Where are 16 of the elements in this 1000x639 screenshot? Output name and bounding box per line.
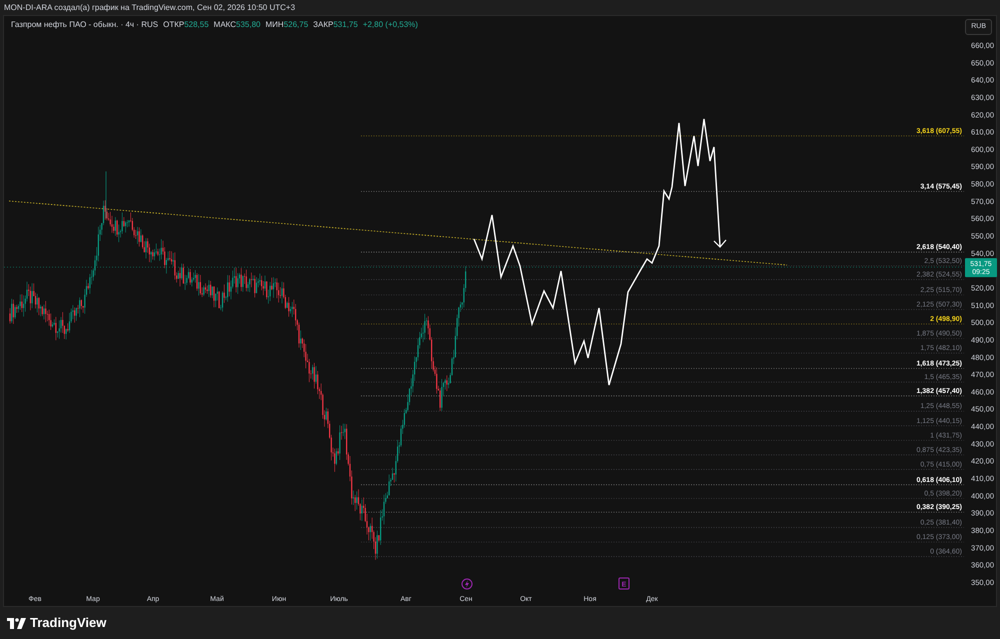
ohlc-label: МАКС	[214, 19, 236, 31]
ohlc-value: 535,80	[236, 19, 260, 31]
ohlc-label: МИН	[266, 19, 284, 31]
arrow-head-icon	[714, 240, 726, 248]
price-change: +2,80 (+0,53%)	[362, 19, 418, 31]
symbol-title: Газпром нефть ПАО - обыкн. · 4ч · RUS	[11, 19, 158, 31]
logo-icon	[7, 618, 26, 628]
ohlc-value: 531,75	[333, 19, 358, 31]
lightning-icon[interactable]	[462, 578, 472, 590]
logo-wordmark: TradingView	[30, 614, 106, 632]
ohlc-value: 528,55	[184, 19, 209, 31]
ohlc-label: ЗАКР	[313, 19, 334, 31]
chart-author-caption: MON-DI-ARA создал(а) график на TradingView.com, Сен 02, 2026 10:50 UTC+3	[4, 2, 296, 14]
ohlc-label: ОТКР	[163, 19, 184, 31]
ohlc-value: 526,75	[284, 19, 308, 31]
last-price-badge	[965, 258, 997, 278]
